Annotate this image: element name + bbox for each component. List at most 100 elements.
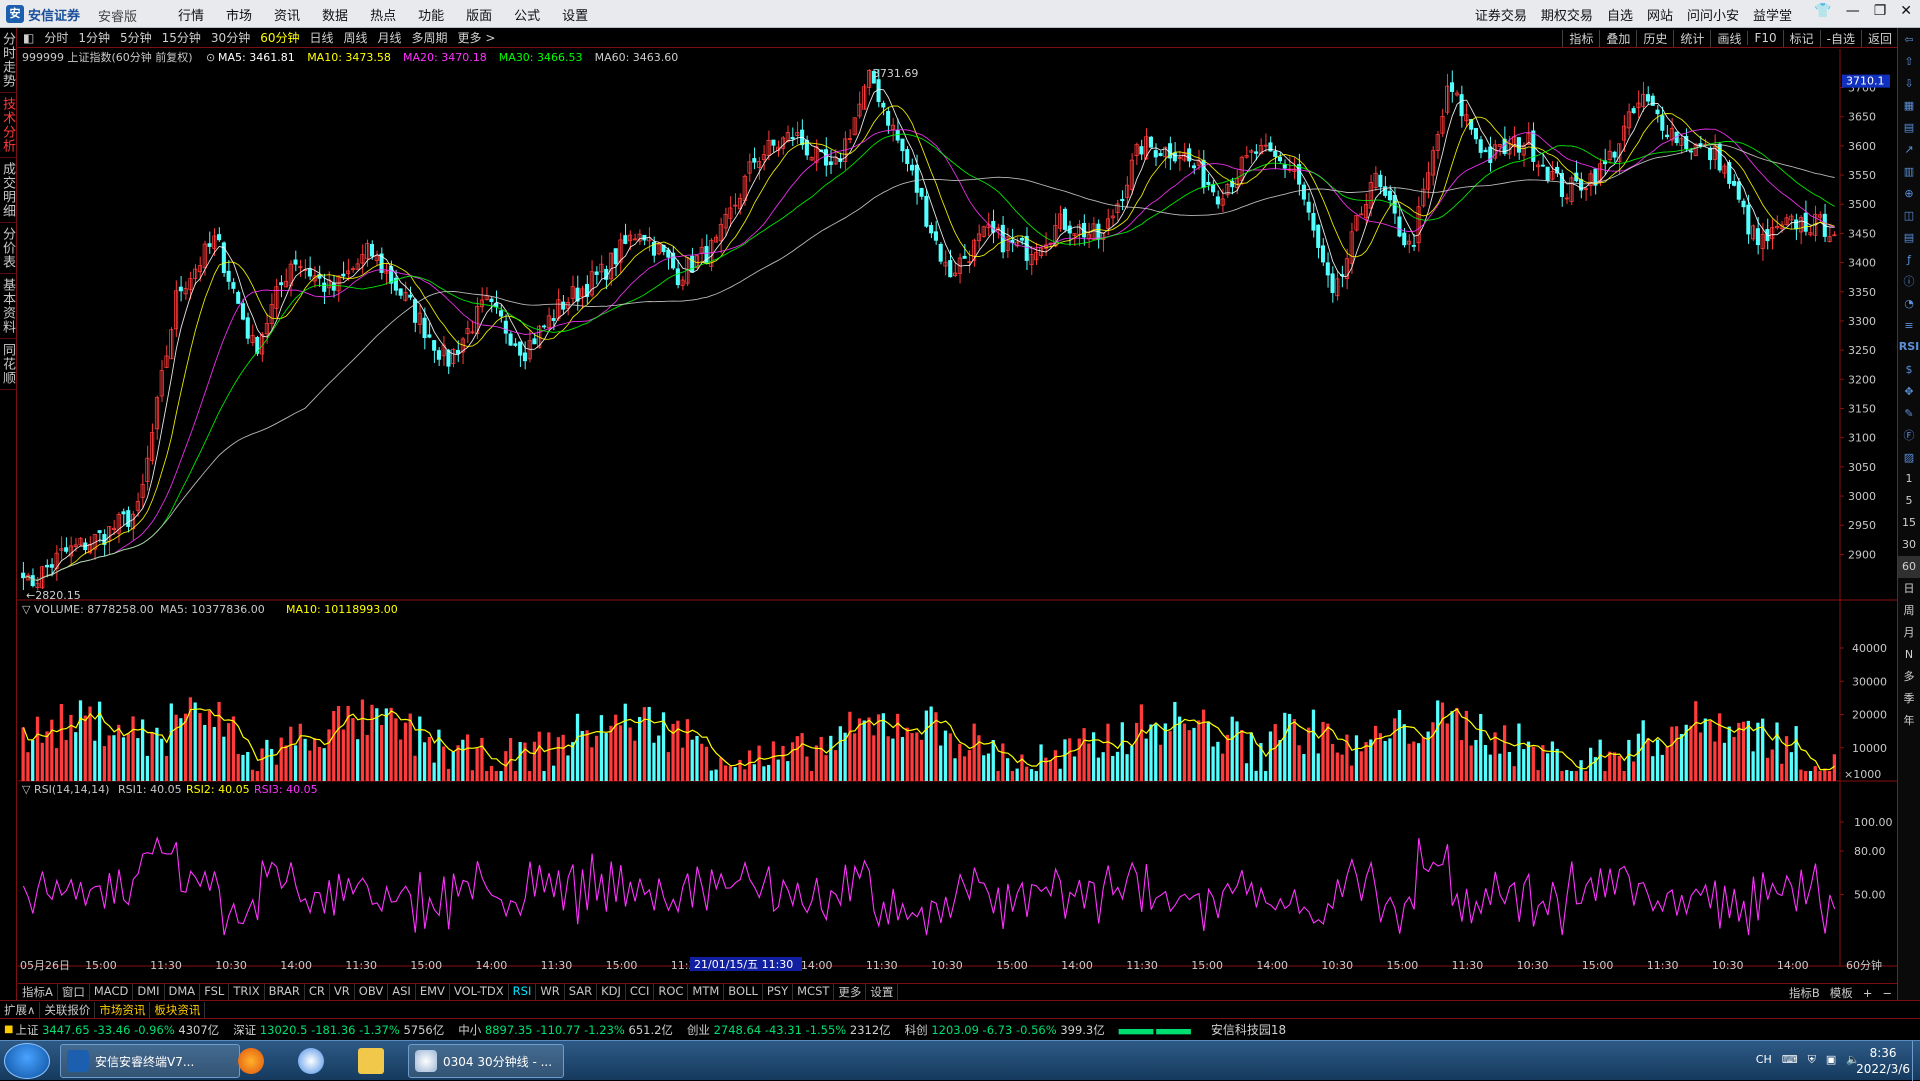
period-10[interactable]: 更多 > xyxy=(453,29,501,46)
period-1[interactable]: 1分钟 xyxy=(73,29,115,46)
chart-icon[interactable]: ◫ xyxy=(1898,204,1920,226)
ext-tab-1[interactable]: 关联报价 xyxy=(40,1001,96,1018)
period-0[interactable]: 分时 xyxy=(39,29,73,46)
show-desktop-button[interactable] xyxy=(1912,1041,1920,1081)
left-tab-5[interactable]: 同花顺 xyxy=(0,339,17,390)
right-tool-8[interactable]: 月 xyxy=(1898,622,1920,644)
right-tool-12[interactable]: 年 xyxy=(1898,710,1920,732)
indicator-14[interactable]: RSI xyxy=(509,984,537,1000)
chart-tool-1[interactable]: 叠加 xyxy=(1599,29,1636,47)
right-menu-item-0[interactable]: 证券交易 xyxy=(1475,5,1527,24)
indicator-6[interactable]: TRIX xyxy=(229,984,265,1000)
right-menu-item-5[interactable]: 益学堂 xyxy=(1753,5,1792,24)
f-icon[interactable]: ƒ xyxy=(1898,248,1920,270)
right-tool-1[interactable]: 1 xyxy=(1898,468,1920,490)
indicator-25[interactable]: 设置 xyxy=(866,984,899,1000)
right-tool-4[interactable]: 30 xyxy=(1898,534,1920,556)
indicator-8[interactable]: CR xyxy=(305,984,330,1000)
menu-item-1[interactable]: 市场 xyxy=(226,5,252,24)
chart-tool-4[interactable]: 画线 xyxy=(1710,29,1747,47)
stock-chart-svg[interactable]: 2900 2950 3000 3050 3100 3150 3200 3250 3300 3350… xyxy=(18,49,1897,972)
explorer-pin[interactable] xyxy=(346,1044,396,1078)
s-icon[interactable]: $ xyxy=(1898,358,1920,380)
minimize-button[interactable]: — xyxy=(1846,3,1860,19)
pen-icon[interactable]: ✎ xyxy=(1898,402,1920,424)
start-button[interactable] xyxy=(4,1043,50,1079)
restore-button[interactable]: ❐ xyxy=(1874,3,1887,19)
left-tab-4[interactable]: 基本资料 xyxy=(0,274,17,339)
chart-tool-8[interactable]: 返回 xyxy=(1860,29,1898,47)
left-tab-3[interactable]: 分价表 xyxy=(0,223,17,274)
right-tool-11[interactable]: 季 xyxy=(1898,688,1920,710)
left-tab-2[interactable]: 成交明细 xyxy=(0,158,17,223)
period-4[interactable]: 30分钟 xyxy=(206,29,255,46)
menu-item-2[interactable]: 资讯 xyxy=(274,5,300,24)
ext-tab-0[interactable]: 扩展∧ xyxy=(0,1001,41,1018)
indicator-15[interactable]: WR xyxy=(536,984,565,1000)
right-tool-9[interactable]: N xyxy=(1898,644,1920,666)
indicator-17[interactable]: KDJ xyxy=(597,984,626,1000)
menu-item-0[interactable]: 行情 xyxy=(178,5,204,24)
ticker-item-2[interactable]: 中小 8897.35 -110.77 -1.23% 651.2亿 xyxy=(458,1022,673,1038)
indicator-12[interactable]: EMV xyxy=(416,984,450,1000)
indicator-1[interactable]: 窗口 xyxy=(58,984,90,1000)
ext-tab-3[interactable]: 板块资讯 xyxy=(150,1001,206,1018)
security-icon[interactable]: ⛨ xyxy=(1808,1053,1816,1067)
grid-icon[interactable]: ▤ xyxy=(1898,116,1920,138)
info-icon[interactable]: ⓘ xyxy=(1898,270,1920,292)
system-clock[interactable]: 8:36 2022/3/6 xyxy=(1856,1045,1910,1077)
language-indicator[interactable]: CH xyxy=(1756,1053,1772,1067)
firefox-pin[interactable] xyxy=(226,1044,276,1078)
period-7[interactable]: 周线 xyxy=(339,29,373,46)
chart-tool-5[interactable]: F10 xyxy=(1747,31,1782,45)
right-menu-item-2[interactable]: 自选 xyxy=(1607,5,1633,24)
chart-tool-7[interactable]: -自选 xyxy=(1819,29,1861,47)
right-menu-item-1[interactable]: 期权交易 xyxy=(1541,5,1593,24)
chart-tool-6[interactable]: 标记 xyxy=(1782,29,1820,47)
indicator-19[interactable]: ROC xyxy=(654,984,689,1000)
right-tool-7[interactable]: 周 xyxy=(1898,600,1920,622)
menu-item-7[interactable]: 公式 xyxy=(514,5,540,24)
left-tab-0[interactable]: 分时走势 xyxy=(0,28,17,93)
baidu-pin[interactable] xyxy=(286,1044,336,1078)
right-menu-item-4[interactable]: 问问小安 xyxy=(1687,5,1739,24)
menu-item-3[interactable]: 数据 xyxy=(322,5,348,24)
right-tool-3[interactable]: 15 xyxy=(1898,512,1920,534)
indicator-0[interactable]: 指标A xyxy=(18,984,58,1000)
panel-toggle-icon[interactable]: ◧ xyxy=(18,31,39,45)
zoom-icon[interactable]: ⊕ xyxy=(1898,182,1920,204)
indicator-24[interactable]: 更多 xyxy=(834,984,867,1000)
indicator-13[interactable]: VOL-TDX xyxy=(450,984,509,1000)
indicator-22[interactable]: PSY xyxy=(763,984,794,1000)
chart-tool-3[interactable]: 统计 xyxy=(1673,29,1710,47)
right-tool-10[interactable]: 多 xyxy=(1898,666,1920,688)
close-button[interactable]: ✕ xyxy=(1900,3,1912,19)
indicator-right-1[interactable]: 模板 xyxy=(1825,985,1858,1001)
down-icon[interactable]: ⇩ xyxy=(1898,72,1920,94)
left-tab-1[interactable]: 技术分析 xyxy=(0,93,17,158)
menu-item-5[interactable]: 功能 xyxy=(418,5,444,24)
period-3[interactable]: 15分钟 xyxy=(157,29,206,46)
ticker-item-4[interactable]: 科创 1203.09 -6.73 -0.56% 399.3亿 xyxy=(905,1022,1105,1038)
calc-icon[interactable]: ▦ xyxy=(1898,94,1920,116)
up-icon[interactable]: ⇧ xyxy=(1898,50,1920,72)
network-icon[interactable]: ▣ xyxy=(1826,1053,1836,1067)
period-9[interactable]: 多周期 xyxy=(407,29,453,46)
indicator-16[interactable]: SAR xyxy=(565,984,598,1000)
fs-icon[interactable]: Ⓕ xyxy=(1898,424,1920,446)
indicator-18[interactable]: CCI xyxy=(626,984,655,1000)
menu-item-4[interactable]: 热点 xyxy=(370,5,396,24)
right-tool-0[interactable]: RSI xyxy=(1898,336,1920,358)
period-5[interactable]: 60分钟 xyxy=(255,29,304,46)
chart-tool-0[interactable]: 指标 xyxy=(1562,29,1599,47)
right-menu-item-3[interactable]: 网站 xyxy=(1647,5,1673,24)
indicator-10[interactable]: OBV xyxy=(355,984,389,1000)
indicator-3[interactable]: DMI xyxy=(133,984,165,1000)
save-icon[interactable]: ▨ xyxy=(1898,446,1920,468)
menu-item-8[interactable]: 设置 xyxy=(562,5,588,24)
indicator-9[interactable]: VR xyxy=(330,984,355,1000)
period-8[interactable]: 月线 xyxy=(373,29,407,46)
pie-icon[interactable]: ◔ xyxy=(1898,292,1920,314)
ticker-item-1[interactable]: 深证 13020.5 -181.36 -1.37% 5756亿 xyxy=(233,1022,444,1038)
indicator-23[interactable]: MCST xyxy=(793,984,835,1000)
